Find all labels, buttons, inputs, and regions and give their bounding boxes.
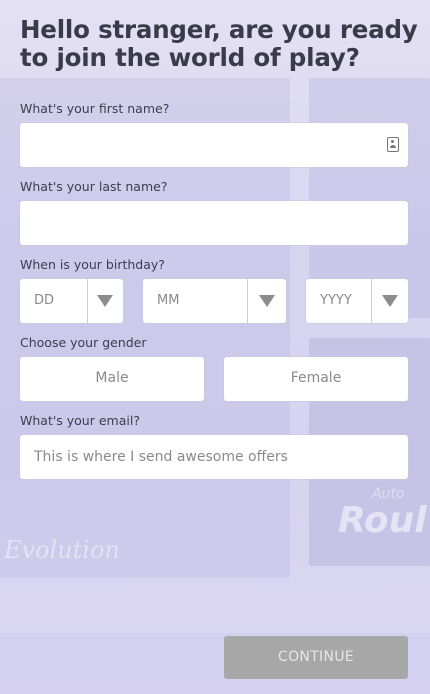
birthday-day-select[interactable]: DD bbox=[20, 279, 123, 323]
last-name-input[interactable] bbox=[20, 201, 408, 245]
divider bbox=[87, 279, 88, 323]
birthday-month-select[interactable]: MM bbox=[143, 279, 286, 323]
first-name-input[interactable] bbox=[20, 123, 408, 167]
birthday-day-value: DD bbox=[34, 293, 55, 308]
email-input[interactable] bbox=[20, 435, 408, 479]
email-field-wrapper bbox=[20, 435, 408, 479]
background-brand-roulette: Roul bbox=[338, 500, 427, 541]
chevron-down-icon bbox=[382, 295, 398, 307]
gender-label: Choose your gender bbox=[20, 335, 147, 350]
background-brand-evolution: Evolution bbox=[4, 536, 120, 564]
divider bbox=[371, 279, 372, 323]
page-title: Hello stranger, are you ready to join th… bbox=[20, 15, 418, 72]
email-label: What's your email? bbox=[20, 413, 140, 428]
first-name-label: What's your first name? bbox=[20, 101, 170, 116]
first-name-field-wrapper bbox=[20, 123, 408, 167]
chevron-down-icon bbox=[259, 295, 275, 307]
contact-card-icon[interactable] bbox=[387, 137, 399, 152]
divider bbox=[247, 279, 248, 323]
continue-button[interactable]: CONTINUE bbox=[224, 636, 408, 679]
birthday-label: When is your birthday? bbox=[20, 257, 165, 272]
birthday-year-select[interactable]: YYYY bbox=[306, 279, 408, 323]
chevron-down-icon bbox=[97, 295, 113, 307]
last-name-label: What's your last name? bbox=[20, 179, 168, 194]
birthday-month-value: MM bbox=[157, 293, 180, 308]
gender-male-button[interactable]: Male bbox=[20, 357, 204, 401]
last-name-field-wrapper bbox=[20, 201, 408, 245]
birthday-year-value: YYYY bbox=[320, 293, 352, 308]
gender-female-button[interactable]: Female bbox=[224, 357, 408, 401]
